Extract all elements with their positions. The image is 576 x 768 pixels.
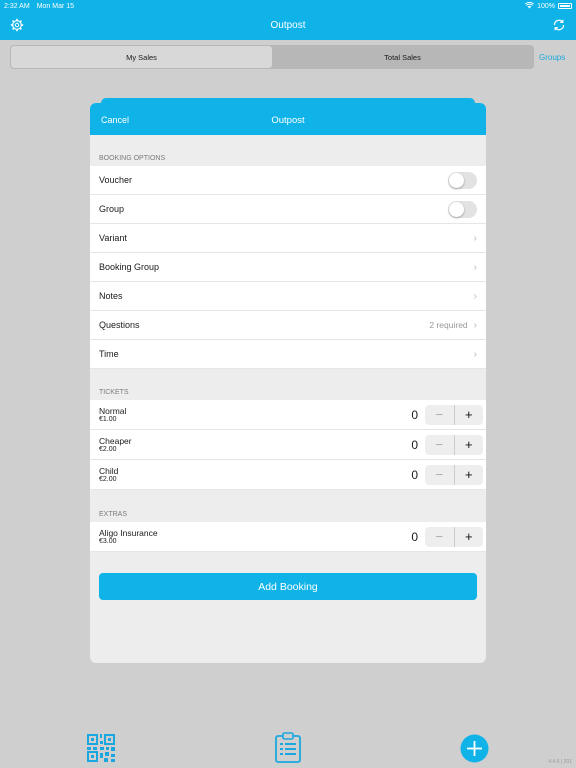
ticket-row: Normal €1.00 0 − + <box>90 400 486 430</box>
extra-name: Aligo Insurance <box>99 528 158 538</box>
notes-label: Notes <box>99 291 123 301</box>
sales-segmented-control: My Sales Total Sales <box>10 45 534 69</box>
questions-label: Questions <box>99 320 140 330</box>
booking-group-label: Booking Group <box>99 262 160 272</box>
ticket-row: Cheaper €2.00 0 − + <box>90 430 486 460</box>
voucher-toggle[interactable] <box>448 171 477 189</box>
total-sales-segment[interactable]: Total Sales <box>272 46 533 68</box>
ticket-name: Child <box>99 466 119 476</box>
chevron-right-icon: › <box>473 319 477 331</box>
ticket-quantity: 0 <box>411 467 418 482</box>
notes-row[interactable]: Notes › <box>90 282 486 311</box>
battery-percent: 100% <box>537 2 555 10</box>
chevron-right-icon: › <box>473 290 477 302</box>
version-label: 4.4.6 | 201 <box>548 759 572 765</box>
modal-title: Outpost <box>271 115 305 126</box>
time-row[interactable]: Time › <box>90 340 486 369</box>
booking-group-row[interactable]: Booking Group › <box>90 253 486 282</box>
nav-title: Outpost <box>270 20 306 31</box>
decrement-button[interactable]: − <box>425 526 455 547</box>
variant-row[interactable]: Variant › <box>90 224 486 253</box>
increment-button[interactable]: + <box>455 527 484 547</box>
voucher-label: Voucher <box>99 175 133 185</box>
booking-modal: Cancel Outpost BOOKING OPTIONS Voucher G… <box>90 103 486 663</box>
groups-link[interactable]: Groups <box>539 53 565 62</box>
qr-code-icon[interactable] <box>87 734 115 762</box>
increment-button[interactable]: + <box>455 435 484 455</box>
add-booking-button[interactable]: Add Booking <box>99 573 477 600</box>
questions-value: 2 required <box>429 320 468 330</box>
time-label: Time <box>99 349 119 359</box>
variant-label: Variant <box>99 233 127 243</box>
group-row: Group <box>90 195 486 224</box>
extras-header: EXTRAS <box>99 511 128 518</box>
ticket-price: €2.00 <box>99 446 117 453</box>
decrement-button[interactable]: − <box>425 434 455 455</box>
nav-bar: Outpost <box>0 12 576 40</box>
chevron-right-icon: › <box>473 261 477 273</box>
chevron-right-icon: › <box>473 348 477 360</box>
status-bar: 2:32 AM Mon Mar 15 100% <box>0 0 576 12</box>
status-date: Mon Mar 15 <box>36 2 75 10</box>
plus-circle-icon[interactable] <box>460 734 489 763</box>
tickets-header: TICKETS <box>99 389 129 396</box>
extra-price: €3.00 <box>99 538 117 545</box>
battery-icon <box>558 3 572 9</box>
ticket-price: €1.00 <box>99 416 117 423</box>
ticket-name: Normal <box>99 406 127 416</box>
quantity-stepper: − + <box>425 434 484 455</box>
bottom-toolbar: 4.4.6 | 201 <box>0 708 576 768</box>
modal-header: Cancel Outpost <box>90 103 486 135</box>
refresh-icon[interactable] <box>552 18 566 32</box>
increment-button[interactable]: + <box>455 405 484 425</box>
status-time: 2:32 AM <box>4 2 30 10</box>
wifi-icon <box>525 1 535 11</box>
ticket-quantity: 0 <box>411 407 418 422</box>
quantity-stepper: − + <box>425 464 484 485</box>
clipboard-icon[interactable] <box>275 732 301 763</box>
quantity-stepper: − + <box>425 526 484 547</box>
group-toggle[interactable] <box>448 200 477 218</box>
quantity-stepper: − + <box>425 404 484 425</box>
chevron-right-icon: › <box>473 232 477 244</box>
group-label: Group <box>99 204 125 214</box>
extra-quantity: 0 <box>411 529 418 544</box>
voucher-row: Voucher <box>90 166 486 195</box>
ticket-name: Cheaper <box>99 436 132 446</box>
my-sales-segment[interactable]: My Sales <box>11 46 272 68</box>
booking-options-header: BOOKING OPTIONS <box>99 155 166 162</box>
decrement-button[interactable]: − <box>425 464 455 485</box>
increment-button[interactable]: + <box>455 465 484 485</box>
ticket-row: Child €2.00 0 − + <box>90 460 486 490</box>
questions-row[interactable]: Questions 2 required › <box>90 311 486 340</box>
extra-row: Aligo Insurance €3.00 0 − + <box>90 522 486 552</box>
ticket-price: €2.00 <box>99 476 117 483</box>
decrement-button[interactable]: − <box>425 404 455 425</box>
ticket-quantity: 0 <box>411 437 418 452</box>
